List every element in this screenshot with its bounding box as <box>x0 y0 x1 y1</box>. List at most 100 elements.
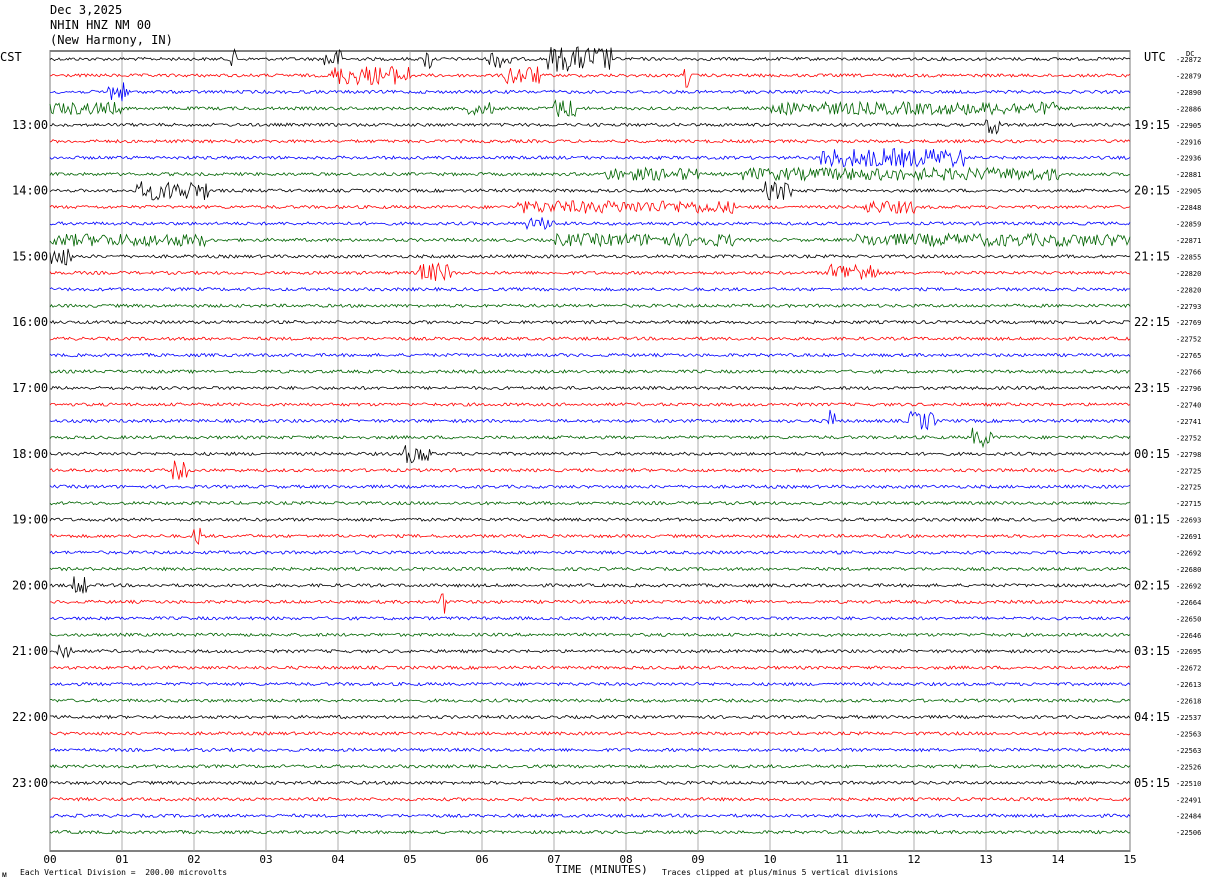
dc-offset-label: -22820 <box>1176 286 1201 294</box>
trace-line <box>49 796 1131 802</box>
left-hour-label: 14:00 <box>12 184 48 198</box>
trace-line <box>49 484 1131 490</box>
trace-line <box>49 303 1131 309</box>
dc-offset-label: -22769 <box>1176 319 1201 327</box>
dc-offset-label: -22890 <box>1176 89 1201 97</box>
trace-line <box>49 248 1131 266</box>
dc-offset-label: -22510 <box>1176 780 1201 788</box>
x-tick-label: 15 <box>1123 853 1136 866</box>
trace-line <box>49 698 1131 703</box>
trace-line <box>49 576 1130 594</box>
x-tick-label: 06 <box>475 853 488 866</box>
trace-line <box>49 181 1131 201</box>
dc-offset-label: -22672 <box>1176 665 1201 673</box>
x-tick-label: 00 <box>43 853 56 866</box>
right-hour-label: 19:15 <box>1134 118 1170 132</box>
right-hour-label: 01:15 <box>1134 513 1170 527</box>
trace-line <box>49 138 1131 144</box>
x-tick-label: 05 <box>403 853 416 866</box>
right-hour-label: 03:15 <box>1134 644 1170 658</box>
dc-offset-label: -22680 <box>1176 566 1201 574</box>
scale-note: Each Vertical Division = 200.00 microvol… <box>20 868 228 877</box>
dc-offset-label: -22848 <box>1176 204 1201 212</box>
trace-line <box>49 615 1131 621</box>
dc-offset-label: -22793 <box>1176 303 1201 311</box>
dc-offset-label: -22765 <box>1176 352 1201 360</box>
dc-offset-label: -22491 <box>1176 796 1201 804</box>
trace-line <box>49 385 1131 391</box>
dc-offset-label: -22886 <box>1176 105 1201 113</box>
dc-offset-label: -22752 <box>1176 434 1201 442</box>
dc-offset-label: -22506 <box>1176 829 1201 837</box>
trace-line <box>49 644 1131 659</box>
trace-line <box>49 460 1131 480</box>
dc-offset-label: -22798 <box>1176 451 1201 459</box>
trace-line <box>49 714 1131 720</box>
dc-offset-label: -22650 <box>1176 615 1201 623</box>
dc-offset-label: -22859 <box>1176 221 1201 229</box>
dc-offset-label: -22526 <box>1176 763 1201 771</box>
dc-offset-label: -22664 <box>1176 599 1201 607</box>
dc-offset-label: -22613 <box>1176 681 1201 689</box>
dc-offset-label: -22725 <box>1176 484 1201 492</box>
trace-line <box>49 352 1131 358</box>
trace-line <box>49 99 1131 118</box>
dc-offset-label: -22618 <box>1176 698 1201 706</box>
dc-offset-label: -22692 <box>1176 582 1201 590</box>
left-hour-label: 22:00 <box>12 710 48 724</box>
dc-offset-label: -22905 <box>1176 188 1201 196</box>
trace-line <box>49 409 1131 431</box>
dc-header: DC <box>1186 50 1194 58</box>
trace-line <box>49 763 1131 769</box>
dc-offset-label: -22725 <box>1176 467 1201 475</box>
axis-labels: 00 01 02 03 04 05 06 07 08 09 10 11 12 13 14 15-22872-2… <box>12 50 1201 866</box>
trace-line <box>49 731 1131 736</box>
clip-note: Traces clipped at plus/minus 5 vertical … <box>662 868 899 877</box>
trace-line <box>49 82 1131 102</box>
corner-mark: ᴍ <box>2 870 7 879</box>
plot-frame <box>49 50 1131 852</box>
time-grid <box>49 50 1131 852</box>
trace-line <box>49 829 1131 835</box>
dc-offset-label: -22936 <box>1176 155 1201 163</box>
trace-line <box>49 517 1131 523</box>
trace-line <box>49 369 1131 374</box>
dc-offset-label: -22563 <box>1176 747 1201 755</box>
x-tick-label: 09 <box>691 853 704 866</box>
right-hour-label: 00:15 <box>1134 447 1170 461</box>
trace-line <box>49 402 1131 407</box>
right-hour-label: 05:15 <box>1134 776 1170 790</box>
trace-line <box>49 427 1131 449</box>
dc-offset-label: -22537 <box>1176 714 1201 722</box>
dc-offset-label: -22905 <box>1176 122 1201 130</box>
trace-line <box>49 286 1131 292</box>
right-hour-label: 21:15 <box>1134 249 1170 263</box>
right-hour-label: 02:15 <box>1134 578 1170 592</box>
trace-group <box>49 46 1131 835</box>
right-hour-label: 23:15 <box>1134 381 1170 395</box>
dc-offset-label: -22484 <box>1176 813 1201 821</box>
trace-line <box>50 593 1131 614</box>
dc-offset-label: -22871 <box>1176 237 1201 245</box>
trace-line <box>49 550 1131 555</box>
x-tick-label: 03 <box>259 853 272 866</box>
dc-offset-label: -22855 <box>1176 253 1201 261</box>
trace-line <box>49 200 1131 215</box>
trace-line <box>49 65 1131 88</box>
seismogram-plot: 00 01 02 03 04 05 06 07 08 09 10 11 12 13 14 15-22872-2… <box>12 46 1201 866</box>
x-tick-label: 10 <box>763 853 776 866</box>
left-hour-label: 17:00 <box>12 381 48 395</box>
x-tick-label: 04 <box>331 853 345 866</box>
trace-line <box>49 262 1131 282</box>
dc-offset-label: -22695 <box>1176 648 1201 656</box>
x-tick-label: 02 <box>187 853 200 866</box>
trace-line <box>49 148 1131 169</box>
trace-line <box>49 665 1131 670</box>
trace-line <box>49 217 1131 231</box>
dc-offset-label: -22741 <box>1176 418 1201 426</box>
trace-line <box>49 119 1131 135</box>
trace-line <box>49 166 1131 182</box>
trace-line <box>49 445 1131 464</box>
x-tick-label: 14 <box>1051 853 1065 866</box>
left-hour-label: 20:00 <box>12 578 48 592</box>
